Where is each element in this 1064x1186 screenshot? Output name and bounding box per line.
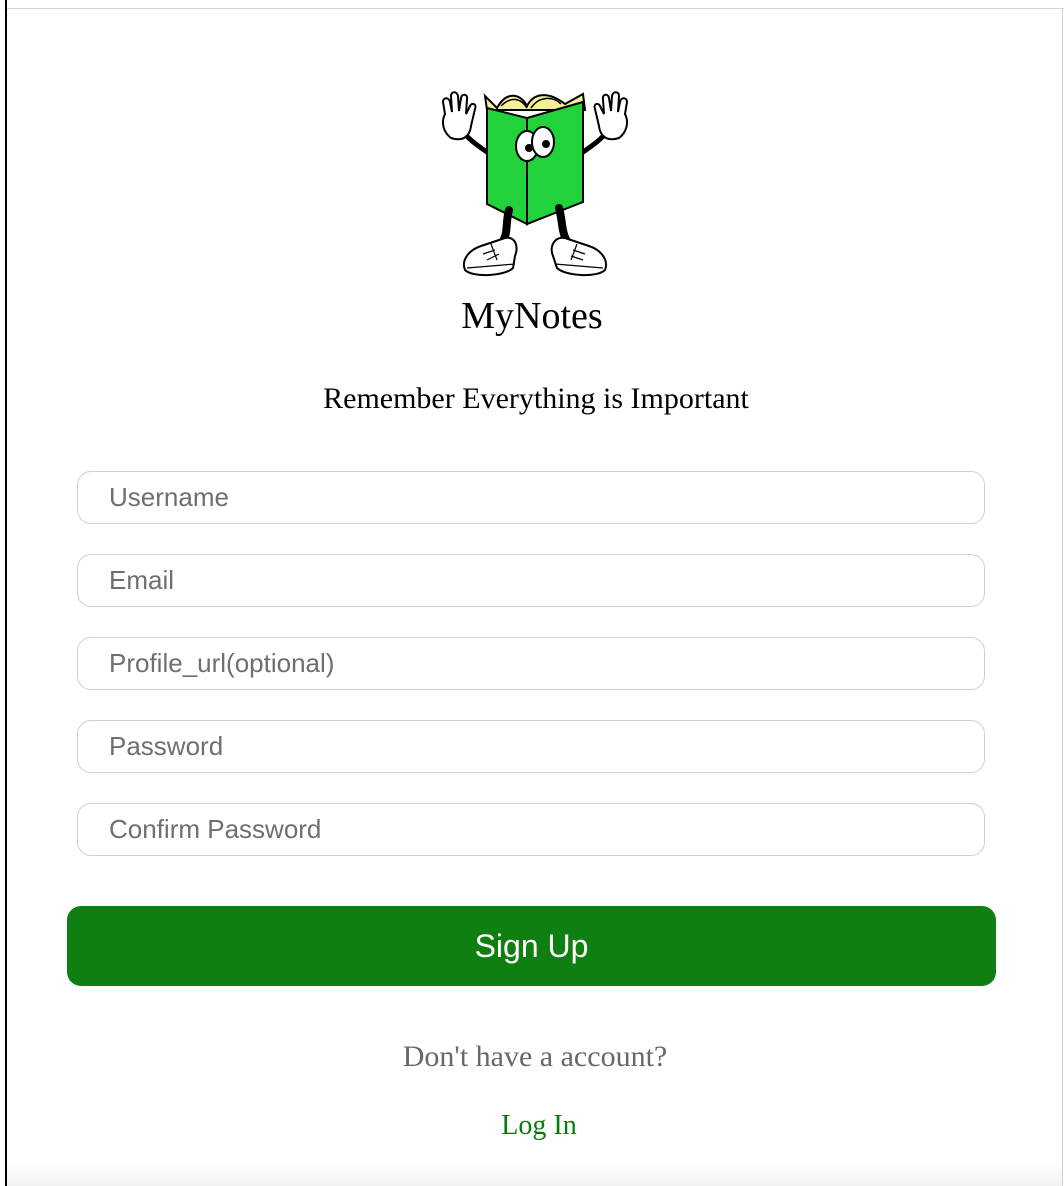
signup-page: MyNotes Remember Everything is Important…	[0, 0, 1064, 1186]
email-input[interactable]	[77, 554, 985, 607]
profile-url-input[interactable]	[77, 637, 985, 690]
right-border	[1062, 8, 1063, 1186]
account-prompt: Don't have a account?	[402, 1040, 668, 1073]
tagline: Remember Everything is Important	[323, 382, 749, 415]
top-divider	[6, 8, 1064, 9]
bottom-shade	[7, 1160, 1062, 1186]
book-mascot-icon	[435, 84, 635, 284]
app-title: MyNotes	[461, 295, 603, 337]
password-input[interactable]	[77, 720, 985, 773]
sign-up-button[interactable]: Sign Up	[67, 906, 996, 986]
username-input[interactable]	[77, 471, 985, 524]
confirm-password-input[interactable]	[77, 803, 985, 856]
left-border	[5, 0, 7, 1186]
log-in-link[interactable]: Log In	[0, 1110, 1064, 1142]
